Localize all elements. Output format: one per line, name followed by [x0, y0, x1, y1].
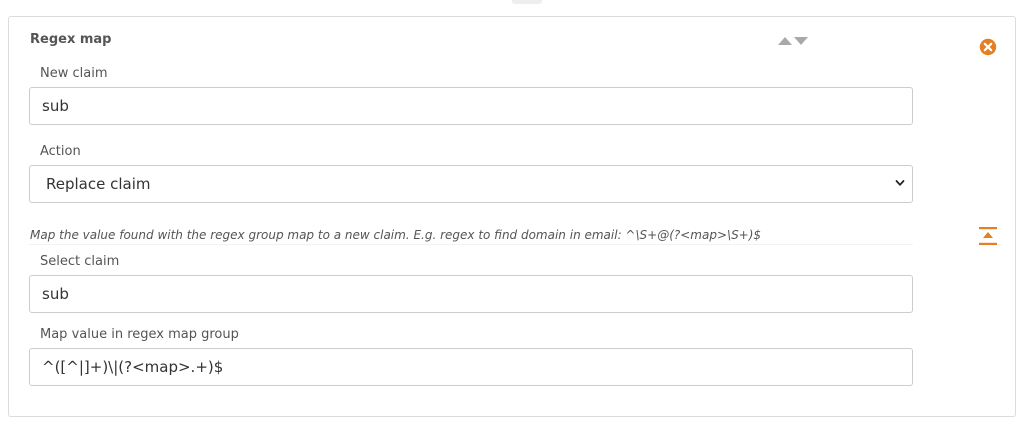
cropped-chip — [512, 0, 542, 4]
hint-divider — [29, 244, 913, 245]
collapse-up-icon[interactable] — [978, 226, 998, 246]
cropped-top-content — [0, 0, 1027, 14]
regex-map-card: Regex map New claim Action Replace claim… — [8, 16, 1016, 417]
map-value-input[interactable] — [29, 348, 913, 386]
triangle-down-icon[interactable] — [794, 37, 808, 45]
select-claim-input[interactable] — [29, 275, 913, 313]
circle-x-icon[interactable] — [979, 38, 997, 56]
move-arrows — [778, 37, 808, 45]
new-claim-input[interactable] — [29, 87, 913, 125]
card-title: Regex map — [30, 32, 112, 47]
triangle-up-icon[interactable] — [778, 37, 792, 45]
action-label: Action — [40, 144, 81, 159]
select-claim-label: Select claim — [40, 254, 120, 269]
new-claim-label: New claim — [40, 66, 108, 81]
action-select[interactable]: Replace claim — [29, 165, 913, 203]
map-value-label: Map value in regex map group — [40, 327, 239, 342]
action-select-wrapper[interactable]: Replace claim — [29, 165, 913, 203]
regex-hint-text: Map the value found with the regex group… — [30, 228, 762, 242]
